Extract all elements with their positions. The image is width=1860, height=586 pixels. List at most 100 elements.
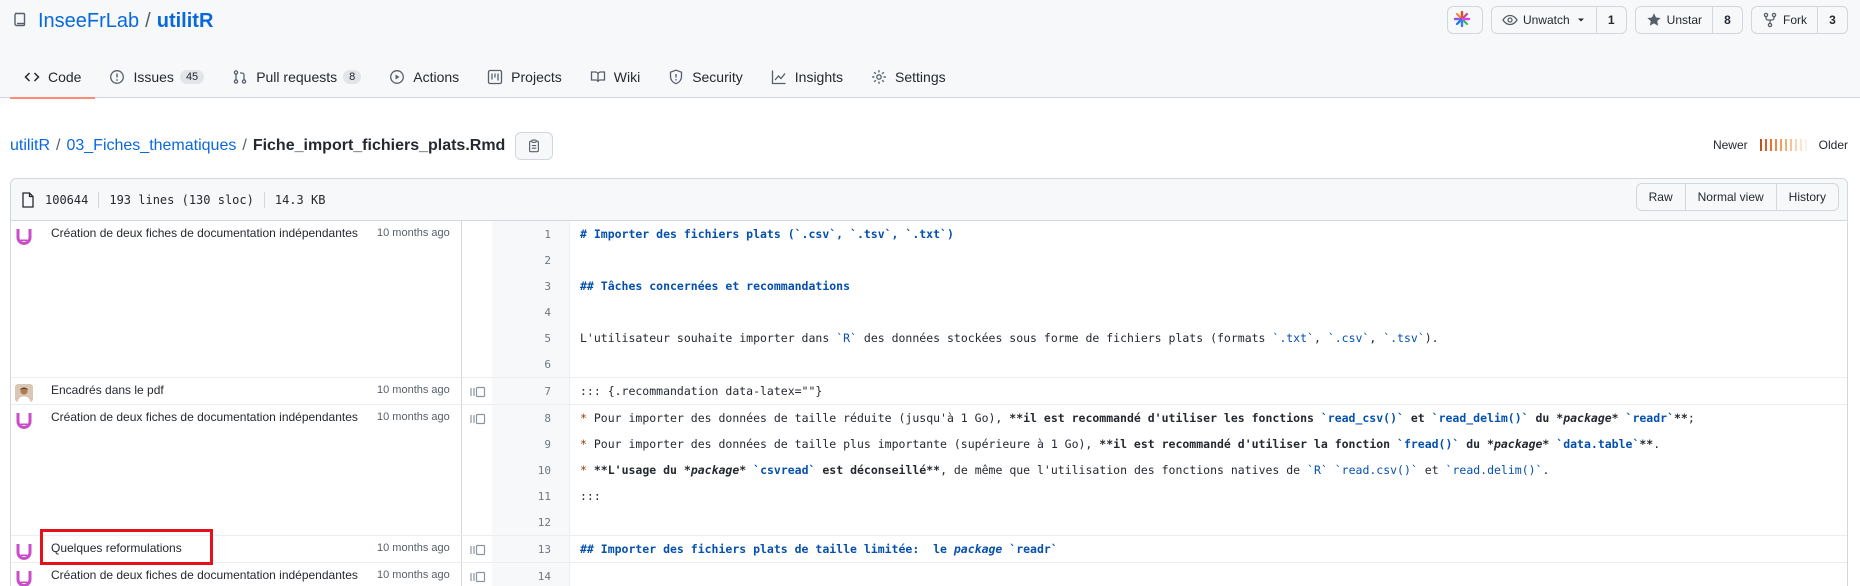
normal-view-button[interactable]: Normal view: [1685, 184, 1777, 210]
line-number[interactable]: 3: [492, 273, 570, 299]
code-line: 1 # Importer des fichiers plats (`.csv`, …: [492, 221, 1847, 247]
author-avatar[interactable]: [15, 384, 33, 402]
tab-projects[interactable]: Projects: [473, 56, 576, 98]
code-text: ## Importer des fichiers plats de taille…: [580, 542, 1058, 556]
line-number[interactable]: 6: [492, 351, 570, 377]
sponsor-button[interactable]: [1446, 6, 1483, 34]
reblame-cell: [462, 536, 492, 562]
blame-hunk: Création de deux fiches de documentation…: [11, 563, 1847, 586]
breadcrumb-separator: /: [242, 137, 247, 154]
legend-older: Older: [1818, 138, 1848, 152]
commit-message-link[interactable]: Création de deux fiches de documentation…: [51, 410, 358, 424]
repo-name-link[interactable]: utilitR: [157, 10, 214, 33]
repo-nav-tabs: Code Issues 45 Pull requests 8 Actions P…: [10, 56, 960, 99]
tab-label: Pull requests: [256, 69, 338, 85]
unwatch-label: Unwatch: [1522, 13, 1570, 27]
repo-actions: Unwatch 1 Unstar 8 Fork 3: [1446, 6, 1848, 34]
app-avatar-icon[interactable]: [15, 569, 33, 586]
file-view-buttons: Raw Normal view History: [1635, 183, 1839, 211]
breadcrumb-folder-link[interactable]: 03_Fiches_thematiques: [66, 137, 236, 155]
tab-code[interactable]: Code: [10, 56, 96, 99]
code-line: 13 ## Importer des fichiers plats de tail…: [492, 536, 1847, 562]
star-icon: [1647, 13, 1661, 26]
code-line: 3 ## Tâches concernées et recommandations: [492, 273, 1847, 299]
app-avatar-icon[interactable]: [15, 411, 33, 429]
tab-label: Wiki: [613, 69, 641, 85]
file-icon: [21, 191, 35, 208]
commit-message-link[interactable]: Création de deux fiches de documentation…: [51, 226, 358, 240]
reblame-icon[interactable]: [470, 570, 486, 586]
unwatch-segment: Unwatch: [1492, 7, 1596, 33]
line-number[interactable]: 12: [492, 509, 570, 535]
app-avatar-icon[interactable]: [15, 227, 33, 245]
raw-button[interactable]: Raw: [1636, 184, 1686, 210]
code-lines: 13 ## Importer des fichiers plats de tail…: [492, 536, 1847, 562]
commit-age: 10 months ago: [377, 569, 450, 581]
tab-label: Insights: [794, 69, 844, 85]
file-mode: 100644: [45, 191, 100, 208]
code-text: L'utilisateur souhaite importer dans `R`…: [580, 331, 1439, 345]
unstar-label: Unstar: [1666, 13, 1702, 27]
blame-age-legend: Newer Older: [1713, 138, 1848, 152]
tab-issues[interactable]: Issues 45: [95, 56, 218, 98]
unwatch-button[interactable]: Unwatch 1: [1490, 6, 1627, 34]
tab-actions[interactable]: Actions: [375, 56, 473, 98]
copy-path-button[interactable]: [515, 132, 554, 160]
tab-security[interactable]: Security: [654, 56, 757, 98]
line-number[interactable]: 7: [492, 378, 570, 404]
line-number[interactable]: 8: [492, 405, 570, 431]
line-number[interactable]: 10: [492, 457, 570, 483]
tab-settings[interactable]: Settings: [857, 56, 960, 98]
tab-label: Actions: [413, 69, 460, 85]
blame-body: Création de deux fiches de documentation…: [11, 221, 1847, 586]
reblame-cell: [462, 378, 492, 404]
line-number[interactable]: 13: [492, 536, 570, 562]
code-line: 7::: {.recommandation data-latex=""}: [492, 378, 1847, 404]
tab-label: Projects: [511, 69, 562, 85]
breadcrumb-file-name: Fiche_import_fichiers_plats.Rmd: [252, 137, 506, 154]
pull-requests-counter: 8: [343, 70, 362, 84]
breadcrumb: utilitR / 03_Fiches_thematiques / Fiche_…: [10, 132, 554, 160]
code-text: # Importer des fichiers plats (`.csv`, `…: [580, 227, 954, 241]
code-lines: 8 * Pour importer des données de taille r…: [492, 405, 1847, 535]
file-lines: 193 lines (130 sloc): [109, 191, 265, 208]
forks-count[interactable]: 3: [1817, 7, 1847, 33]
tab-insights[interactable]: Insights: [757, 56, 857, 98]
sponsor-icon: [1454, 10, 1475, 30]
unstar-button[interactable]: Unstar 8: [1634, 6, 1743, 34]
line-number[interactable]: 5: [492, 325, 570, 351]
tab-wiki[interactable]: Wiki: [576, 56, 654, 98]
line-number[interactable]: 11: [492, 483, 570, 509]
reblame-icon[interactable]: [470, 385, 486, 401]
commit-message-link[interactable]: Encadrés dans le pdf: [51, 383, 164, 397]
commit-message-link[interactable]: Quelques reformulations: [51, 541, 182, 555]
code-text: * **L'usage du *package* `csvread` est d…: [580, 463, 1550, 477]
commit-message-link[interactable]: Création de deux fiches de documentation…: [51, 568, 358, 582]
history-button[interactable]: History: [1776, 184, 1838, 210]
line-number[interactable]: 14: [492, 563, 570, 586]
file-header: 100644 193 lines (130 sloc) 14.3 KB Raw …: [11, 179, 1847, 221]
breadcrumb-root-link[interactable]: utilitR: [10, 137, 50, 155]
fork-button[interactable]: Fork 3: [1751, 6, 1848, 34]
watchers-count[interactable]: 1: [1595, 7, 1626, 33]
code-line: 6: [492, 351, 1847, 377]
repo-owner-link[interactable]: InseeFrLab: [38, 10, 139, 33]
blame-hunk: Quelques reformulations 10 months ago 13 ##…: [11, 536, 1847, 563]
code-line: 11:::: [492, 483, 1847, 509]
line-number[interactable]: 4: [492, 299, 570, 325]
commit-age: 10 months ago: [377, 542, 450, 554]
line-number[interactable]: 9: [492, 431, 570, 457]
tab-label: Settings: [895, 69, 946, 85]
issues-counter: 45: [179, 70, 205, 84]
blame-commit-info: Création de deux fiches de documentation…: [11, 221, 462, 377]
reblame-icon[interactable]: [470, 543, 486, 559]
app-avatar-icon[interactable]: [15, 542, 33, 560]
blame-commit-info: Création de deux fiches de documentation…: [11, 405, 462, 535]
line-number[interactable]: 1: [492, 221, 570, 247]
tab-label: Security: [692, 69, 743, 85]
line-number[interactable]: 2: [492, 247, 570, 273]
tab-pull-requests[interactable]: Pull requests 8: [218, 56, 375, 98]
reblame-icon[interactable]: [470, 412, 486, 428]
stars-count[interactable]: 8: [1712, 7, 1742, 33]
blame-hunk: Création de deux fiches de documentation…: [11, 221, 1847, 378]
